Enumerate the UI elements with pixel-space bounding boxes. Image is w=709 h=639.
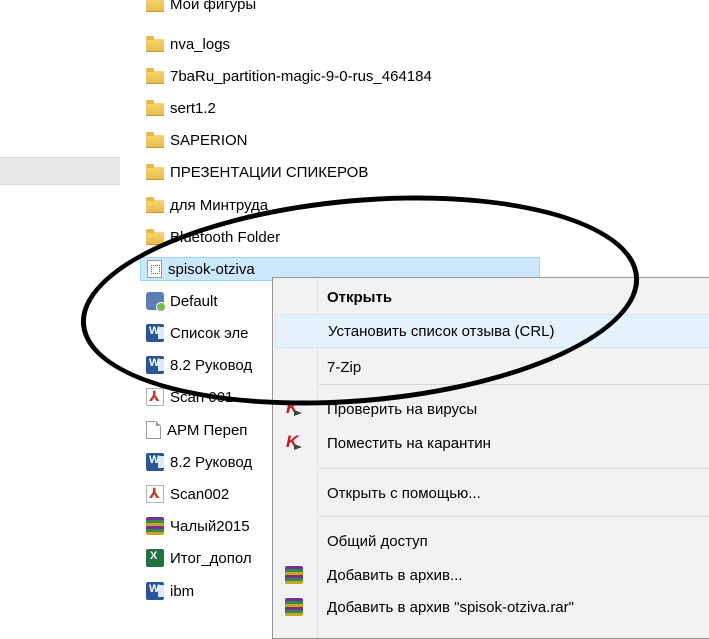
word-icon xyxy=(146,453,164,471)
file-name: SAPERION xyxy=(170,131,248,149)
file-name: для Минтруда xyxy=(170,196,269,214)
doc-icon xyxy=(146,421,161,439)
folder-icon xyxy=(146,100,164,116)
menu-item[interactable]: Добавить в архив "spisok-otziva.rar" xyxy=(275,590,709,624)
navigation-pane-item[interactable] xyxy=(0,157,120,185)
file-item[interactable]: Default xyxy=(140,289,218,313)
file-item[interactable]: ПРЕЗЕНТАЦИИ СПИКЕРОВ xyxy=(140,160,368,184)
file-name: Список эле xyxy=(170,324,249,342)
file-item[interactable]: sert1.2 xyxy=(140,96,216,120)
menu-item-label: Открыть xyxy=(327,288,393,306)
kaspersky-icon xyxy=(285,398,303,418)
menu-item-label: Установить список отзыва (CRL) xyxy=(328,322,555,340)
file-name: Scan002 xyxy=(170,485,230,503)
kaspersky-icon xyxy=(285,432,303,452)
rar-icon xyxy=(285,598,303,616)
menu-item[interactable]: Установить список отзыва (CRL) xyxy=(275,314,709,348)
menu-separator xyxy=(319,468,709,469)
file-item[interactable]: АРМ Переп xyxy=(140,418,247,442)
word-icon xyxy=(146,356,164,374)
word-icon xyxy=(146,582,164,600)
file-name: ibm xyxy=(170,582,195,600)
file-name: Default xyxy=(170,292,218,310)
file-name: sert1.2 xyxy=(170,99,216,117)
menu-item[interactable]: 7-Zip xyxy=(275,350,709,384)
file-name: 7baRu_partition-magic-9-0-rus_464184 xyxy=(170,67,432,85)
file-name: Bluetooth Folder xyxy=(170,228,281,246)
file-name: Мои фигуры xyxy=(170,0,257,13)
menu-item-label: Добавить в архив... xyxy=(327,566,463,584)
file-item[interactable]: Чалый2015 xyxy=(140,514,250,538)
menu-item-label: Поместить на карантин xyxy=(327,434,491,452)
file-name: spisok-otziva xyxy=(168,260,255,278)
file-item[interactable]: 7baRu_partition-magic-9-0-rus_464184 xyxy=(140,64,432,88)
menu-item[interactable]: Поместить на карантин xyxy=(275,426,709,460)
menu-item[interactable]: Открыть xyxy=(275,280,709,314)
menu-item[interactable]: Общий доступ xyxy=(275,524,709,558)
file-name: 8.2 Руковод xyxy=(170,453,253,471)
crl-icon xyxy=(147,260,162,278)
word-icon xyxy=(146,324,164,342)
file-name: Итог_допол xyxy=(170,549,252,567)
pdf-icon xyxy=(146,485,164,503)
folder-icon xyxy=(146,36,164,52)
file-item[interactable]: Мои фигуры xyxy=(140,0,256,16)
file-item[interactable]: 8.2 Руковод xyxy=(140,450,252,474)
folder-icon xyxy=(146,0,164,12)
menu-item-label: Открыть с помощью... xyxy=(327,484,481,502)
menu-item[interactable]: Проверить на вирусы xyxy=(275,392,709,426)
rar-icon xyxy=(285,566,303,584)
excel-icon xyxy=(146,549,164,567)
file-name: ПРЕЗЕНТАЦИИ СПИКЕРОВ xyxy=(170,163,369,181)
settings-icon xyxy=(146,292,166,312)
rar-icon xyxy=(146,517,164,535)
menu-item-label: Добавить в архив "spisok-otziva.rar" xyxy=(327,598,574,616)
menu-separator xyxy=(319,516,709,517)
folder-icon xyxy=(146,132,164,148)
menu-separator xyxy=(319,384,709,385)
folder-icon xyxy=(146,197,164,213)
file-item[interactable]: SAPERION xyxy=(140,128,248,152)
file-item[interactable]: Bluetooth Folder xyxy=(140,225,280,249)
folder-icon xyxy=(146,229,164,245)
menu-item-label: Общий доступ xyxy=(327,532,428,550)
file-name: Чалый2015 xyxy=(170,517,250,535)
menu-item[interactable]: Добавить в архив... xyxy=(275,558,709,592)
file-name: 8.2 Руковод xyxy=(170,356,253,374)
menu-item[interactable]: Открыть с помощью... xyxy=(275,476,709,510)
file-item[interactable]: Scan 001 xyxy=(140,385,233,409)
folder-icon xyxy=(146,68,164,84)
file-item[interactable]: Scan002 xyxy=(140,482,229,506)
folder-icon xyxy=(146,164,164,180)
menu-item-label: 7-Zip xyxy=(327,358,362,376)
file-item[interactable]: ibm xyxy=(140,579,194,603)
file-item[interactable]: Список эле xyxy=(140,321,249,345)
file-item[interactable]: Итог_допол xyxy=(140,546,252,570)
file-name: nva_logs xyxy=(170,35,231,53)
context-menu: Открыть Установить список отзыва (CRL) 7-Z… xyxy=(272,277,709,639)
pdf-icon xyxy=(146,388,164,406)
file-item[interactable]: nva_logs xyxy=(140,32,230,56)
file-name: Scan 001 xyxy=(170,388,234,406)
file-item[interactable]: для Минтруда xyxy=(140,193,268,217)
file-item[interactable]: 8.2 Руковод xyxy=(140,353,252,377)
menu-item-label: Проверить на вирусы xyxy=(327,400,478,418)
file-name: АРМ Переп xyxy=(167,421,248,439)
